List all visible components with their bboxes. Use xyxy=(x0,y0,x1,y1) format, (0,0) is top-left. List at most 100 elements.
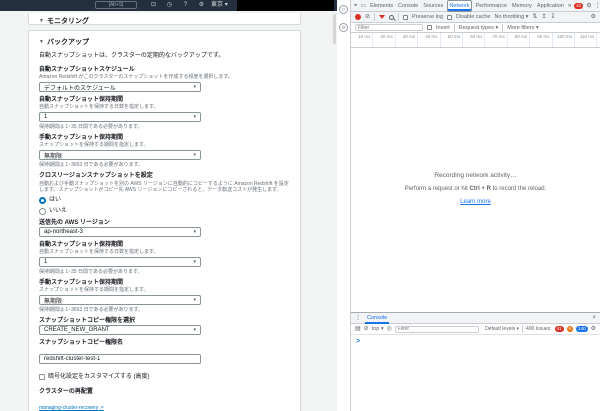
tab-memory[interactable]: Memory xyxy=(511,0,533,12)
devtools-settings-gear-icon[interactable]: ⚙ xyxy=(586,0,591,12)
field-manual-retention-2: 手動スナップショット保持期間 スナップショットを保持する期間を指定します。 無期… xyxy=(39,279,290,313)
drawer-tab-console[interactable]: Console xyxy=(365,313,389,324)
cloudshell-icon[interactable]: ⊡ xyxy=(149,1,158,10)
monitoring-section-title: モニタリング xyxy=(46,18,89,25)
cross-region-radio-no[interactable]: いいえ xyxy=(39,207,290,215)
destination-region-select[interactable]: ap-northeast-3 ▾ xyxy=(39,227,201,237)
timeline-tick: 30 ms xyxy=(396,33,419,47)
error-count-badge[interactable]: 41 xyxy=(574,2,584,9)
tab-performance[interactable]: Performance xyxy=(475,0,509,12)
divider xyxy=(502,23,504,32)
console-info-badge[interactable]: 140 xyxy=(576,326,588,332)
search-network-icon[interactable] xyxy=(389,14,395,20)
search-input[interactable]: [Alt+S] xyxy=(95,1,137,9)
help-icon[interactable]: ? xyxy=(181,1,190,10)
learn-more-link[interactable]: Learn more xyxy=(460,199,491,205)
request-types-dropdown[interactable]: Request types ▾ xyxy=(459,25,498,31)
manual-retention-select-2[interactable]: 無期限 ▾ xyxy=(39,295,201,305)
issues-count-label[interactable]: 400 Issues: xyxy=(526,326,552,332)
devtools-tabbar: ⌖ ▭ Elements Console Sources Network Per… xyxy=(351,0,600,12)
region-selector[interactable]: 東京 ▾ xyxy=(211,2,228,9)
manual-retention-select-1[interactable]: 無期限 ▾ xyxy=(39,150,201,160)
devtools-kebab-menu-icon[interactable]: ⋮ xyxy=(595,0,600,12)
tab-sources[interactable]: Sources xyxy=(422,0,444,12)
device-toolbar-icon[interactable]: ▭ xyxy=(360,0,366,12)
network-settings-gear-icon[interactable]: ⚙ xyxy=(591,11,596,23)
aws-scrollbar-thumb[interactable] xyxy=(333,14,336,44)
network-conditions-icon[interactable]: ⇅ xyxy=(532,11,537,23)
encryption-customize-checkbox[interactable]: 暗号化設定をカスタマイズする (高度) xyxy=(39,373,290,381)
timeline-tick: 50 ms xyxy=(441,33,463,47)
copy-grant-select[interactable]: CREATE_NEW_GRANT ▾ xyxy=(39,325,201,335)
timeline-tick: 70 ms xyxy=(485,33,508,47)
chevron-down-icon: ▾ xyxy=(193,229,196,235)
field-destination-region: 送信先の AWS リージョン ap-northeast-3 ▾ xyxy=(39,219,290,237)
field-help: Amazon Redshift がこのクラスターのスナップショットを作成する頻度… xyxy=(39,74,233,80)
chevron-down-icon: ▾ xyxy=(193,297,196,303)
record-network-icon[interactable] xyxy=(355,14,361,20)
account-menu-redacted[interactable] xyxy=(237,0,334,11)
copy-grant-name-input[interactable] xyxy=(39,354,201,364)
disable-cache-checkbox[interactable] xyxy=(446,14,452,20)
snapshot-schedule-select[interactable]: デフォルトのスケジュール ▾ xyxy=(39,82,201,92)
field-auto-retention-1: 自動スナップショット保持期間 自動スナップショットを保持する日数を指定します。 … xyxy=(39,96,290,130)
console-settings-gear-icon[interactable]: ⚙ xyxy=(591,323,596,335)
cross-region-radio-yes[interactable]: はい xyxy=(39,196,290,204)
export-har-icon[interactable]: ↧ xyxy=(550,11,555,23)
field-label: スナップショットコピー権限を選択 xyxy=(39,318,136,324)
radio-unselected-icon xyxy=(39,207,46,215)
invert-label: Invert xyxy=(436,24,450,31)
more-tabs-icon[interactable]: » xyxy=(568,0,571,12)
side-info-icon[interactable]: ⊙ xyxy=(339,5,348,14)
preserve-log-checkbox[interactable] xyxy=(403,14,409,20)
filter-funnel-icon[interactable] xyxy=(379,15,386,19)
console-error-badge[interactable]: 41 xyxy=(554,326,564,332)
relocation-doc-link[interactable]: managing-cluster-recovery ↗ xyxy=(39,405,104,411)
live-expression-eye-icon[interactable]: ◎ xyxy=(387,323,392,335)
checkbox-unchecked-icon xyxy=(39,374,45,380)
tab-network[interactable]: Network xyxy=(447,0,472,12)
settings-gear-icon[interactable]: ⚙ xyxy=(197,1,206,10)
console-context-select[interactable]: top ▾ xyxy=(372,326,384,332)
throttling-select[interactable]: No throttling ▾ xyxy=(494,14,528,20)
field-cluster-relocation: クラスターの再配置 managing-cluster-recovery ↗ 無効… xyxy=(39,388,290,411)
field-copy-grant-name: スナップショットコピー権限名 xyxy=(39,339,290,365)
chevron-down-icon: ▾ xyxy=(525,14,529,20)
clear-network-icon[interactable]: ⊘ xyxy=(365,11,370,23)
network-filter-input[interactable] xyxy=(355,24,423,31)
backup-section-header[interactable]: ▼ バックアップ xyxy=(39,37,290,47)
divider xyxy=(521,325,523,333)
monitoring-section-header[interactable]: ▼ モニタリング xyxy=(39,16,290,25)
perform-request-text: Perform a request or hit Ctrl + R to rec… xyxy=(404,186,547,192)
field-hint: 保持期間は 1~3653 日である必要があります。 xyxy=(39,307,144,313)
timeline-tick: 90 ms xyxy=(530,33,553,47)
tab-elements[interactable]: Elements xyxy=(369,0,394,12)
invert-checkbox[interactable] xyxy=(427,25,432,30)
backup-section-title: バックアップ xyxy=(46,39,89,46)
auto-retention-select-1[interactable]: 1 ▾ xyxy=(39,112,201,122)
console-prompt[interactable]: > xyxy=(351,335,600,345)
log-levels-dropdown[interactable]: Default levels ▾ xyxy=(485,326,519,332)
field-cross-region: クロスリージョンスナップショットを設定 自動および手動スナップショットを別の A… xyxy=(39,172,290,215)
side-strip: ⊙ ⚙ xyxy=(337,0,350,411)
network-timeline-ruler[interactable]: 10 ms 20 ms 30 ms 40 ms 50 ms 60 ms 70 m… xyxy=(351,33,600,48)
external-link-icon: ↗ xyxy=(99,405,104,411)
console-filter-input[interactable] xyxy=(394,325,480,333)
side-gear-icon[interactable]: ⚙ xyxy=(339,23,348,32)
tab-application[interactable]: Application xyxy=(536,0,565,12)
console-sidebar-icon[interactable]: ▤ xyxy=(355,323,361,335)
import-har-icon[interactable]: ↥ xyxy=(541,11,546,23)
timeline-tick: 40 ms xyxy=(418,33,441,47)
field-label: クロスリージョンスナップショットを設定 xyxy=(39,173,153,179)
clear-console-icon[interactable]: ⊘ xyxy=(364,323,369,335)
timeline-tick: 110 ms xyxy=(575,33,598,47)
auto-retention-select-2[interactable]: 1 ▾ xyxy=(39,257,201,267)
tab-console[interactable]: Console xyxy=(397,0,419,12)
more-filters-dropdown[interactable]: More filters ▾ xyxy=(507,25,539,31)
chevron-down-icon: ▾ xyxy=(224,2,228,8)
console-toolbar: ▤ ⊘ top ▾ ◎ Default levels ▾ 400 Issues:… xyxy=(351,324,600,335)
notifications-bell-icon[interactable]: ◷ xyxy=(165,1,174,10)
console-warning-badge[interactable]: 6 xyxy=(566,326,574,332)
inspect-element-icon[interactable]: ⌖ xyxy=(354,0,357,12)
field-copy-grant: スナップショットコピー権限を選択 CREATE_NEW_GRANT ▾ xyxy=(39,317,290,335)
